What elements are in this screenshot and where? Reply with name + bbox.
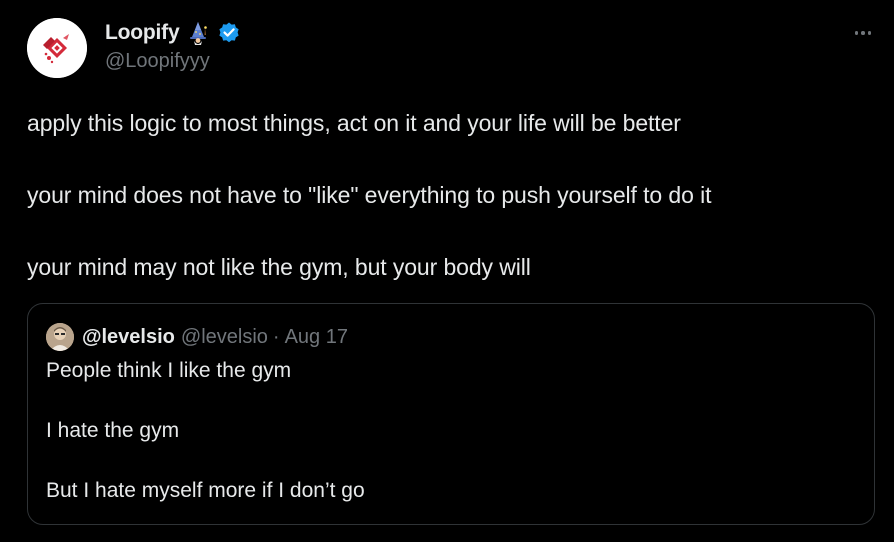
tweet: Loopify @Loopifyyy apply this logic to m… xyxy=(0,0,894,542)
quoted-tweet-date[interactable]: Aug 17 xyxy=(285,326,348,349)
quoted-author-avatar[interactable] xyxy=(46,323,74,351)
verified-badge-icon[interactable] xyxy=(217,21,241,45)
quoted-tweet-header: @levelsio @levelsio · Aug 17 xyxy=(82,324,348,350)
author-display-name[interactable]: Loopify xyxy=(105,21,180,45)
tweet-text-line: apply this logic to most things, act on … xyxy=(27,110,681,136)
more-horizontal-icon-dot xyxy=(867,31,872,35)
loopify-logo-icon xyxy=(27,18,87,78)
tweet-text-line: your mind may not like the gym, but your… xyxy=(27,254,531,280)
quoted-author-handle[interactable]: @levelsio xyxy=(181,326,268,349)
quoted-author-name[interactable]: @levelsio xyxy=(82,326,175,349)
tweet-text-line: your mind does not have to "like" everyt… xyxy=(27,182,712,208)
dot-separator: · xyxy=(272,325,280,348)
quoted-tweet-text-line: But I hate myself more if I don’t go xyxy=(46,479,365,502)
wizard-emoji-icon xyxy=(185,20,211,46)
more-options-button[interactable] xyxy=(848,22,878,44)
quoted-tweet-text-line: People think I like the gym xyxy=(46,359,292,382)
more-horizontal-icon xyxy=(854,31,859,35)
avatar-photo-icon xyxy=(46,323,74,351)
author-avatar[interactable] xyxy=(27,18,87,78)
more-horizontal-icon-dot xyxy=(861,31,865,35)
author-name-row: Loopify xyxy=(105,19,241,47)
author-handle[interactable]: @Loopifyyy xyxy=(105,50,210,73)
quoted-tweet-text-line: I hate the gym xyxy=(46,419,180,442)
